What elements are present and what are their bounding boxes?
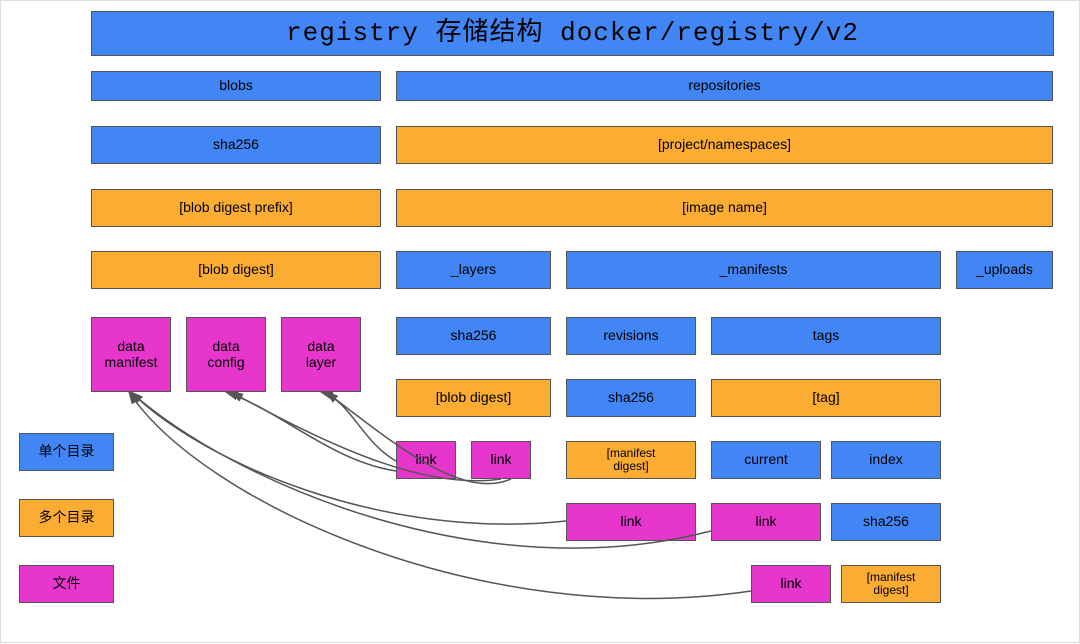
repositories-box: repositories [396, 71, 1053, 101]
manifests-box: _manifests [566, 251, 941, 289]
blob-digest-box: [blob digest] [91, 251, 381, 289]
tag-box: [tag] [711, 379, 941, 417]
link2-box: link [471, 441, 531, 479]
sha256-layers-box: sha256 [396, 317, 551, 355]
legend-single-dir: 单个目录 [19, 433, 114, 471]
uploads-box: _uploads [956, 251, 1053, 289]
blobs-box: blobs [91, 71, 381, 101]
legend-multi-dir: 多个目录 [19, 499, 114, 537]
data-manifest-box: data manifest [91, 317, 171, 392]
sha256-revisions-box: sha256 [566, 379, 696, 417]
link5-box: link [751, 565, 831, 603]
revisions-box: revisions [566, 317, 696, 355]
manifest-digest-box: [manifest digest] [566, 441, 696, 479]
sha256-blobs-box: sha256 [91, 126, 381, 164]
project-namespaces-box: [project/namespaces] [396, 126, 1053, 164]
blob-digest-prefix-box: [blob digest prefix] [91, 189, 381, 227]
current-box: current [711, 441, 821, 479]
link3-box: link [566, 503, 696, 541]
link1-box: link [396, 441, 456, 479]
diagram-canvas: registry 存储结构 docker/registry/v2 blobs r… [0, 0, 1080, 643]
image-name-box: [image name] [396, 189, 1053, 227]
link4-box: link [711, 503, 821, 541]
data-layer-box: data layer [281, 317, 361, 392]
layers-box: _layers [396, 251, 551, 289]
sha256-index-box: sha256 [831, 503, 941, 541]
manifest-digest2-box: [manifest digest] [841, 565, 941, 603]
legend-file: 文件 [19, 565, 114, 603]
tags-box: tags [711, 317, 941, 355]
title-box: registry 存储结构 docker/registry/v2 [91, 11, 1054, 56]
blob-digest-layers-box: [blob digest] [396, 379, 551, 417]
index-box: index [831, 441, 941, 479]
data-config-box: data config [186, 317, 266, 392]
